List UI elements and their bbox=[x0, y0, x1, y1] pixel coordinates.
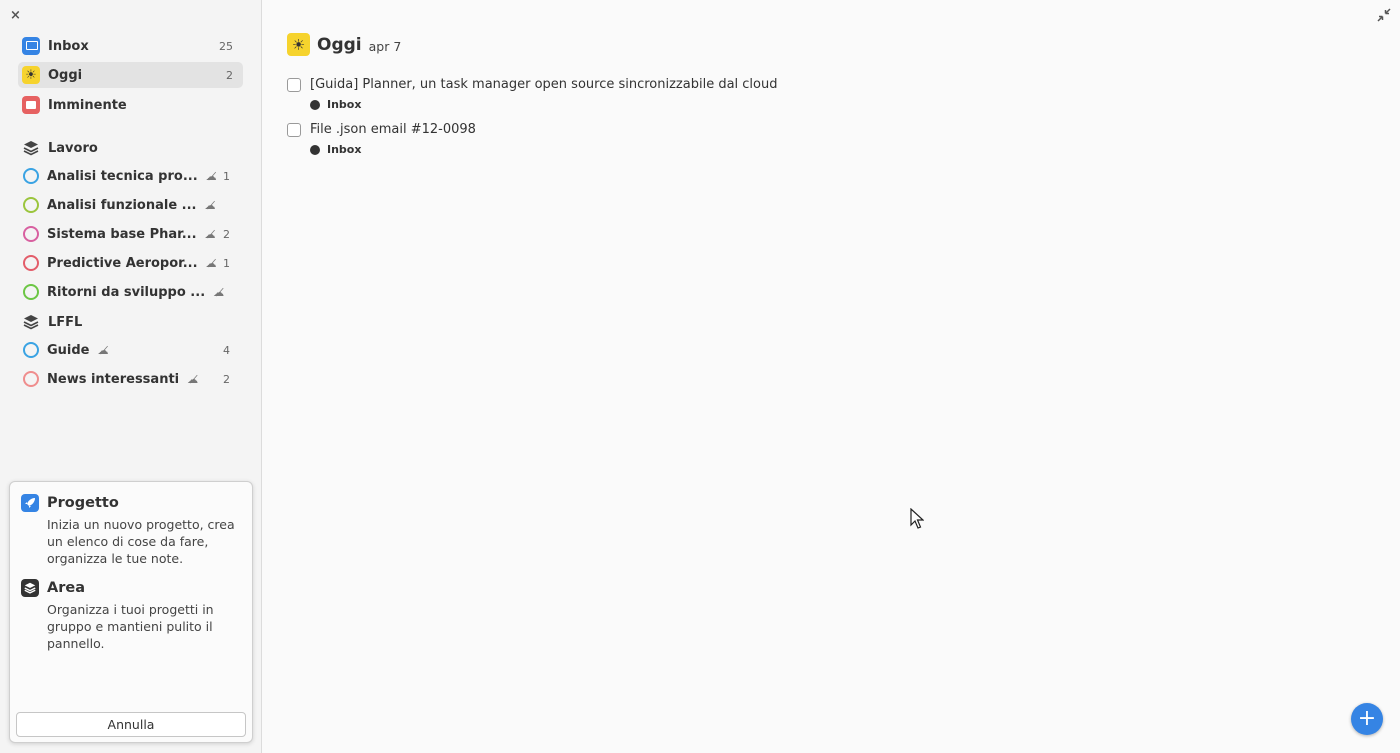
rocket-icon bbox=[21, 494, 39, 512]
page-date: apr 7 bbox=[368, 38, 402, 54]
area-lavoro[interactable]: Lavoro bbox=[18, 136, 243, 160]
sidebar-item-label: Inbox bbox=[48, 38, 89, 54]
project-dot-icon bbox=[310, 144, 320, 155]
task-title[interactable]: [Guida] Planner, un task manager open so… bbox=[310, 77, 778, 92]
project-ring-icon bbox=[23, 371, 39, 387]
main-panel: ☀ Oggi apr 7 [Guida] Planner, un task ma… bbox=[263, 0, 1400, 753]
area-lffl[interactable]: LFFL bbox=[18, 310, 243, 334]
task-item[interactable]: [Guida] Planner, un task manager open so… bbox=[287, 77, 778, 111]
project-item[interactable]: Predictive Aeropor... ☁̸ 1 bbox=[18, 251, 243, 275]
project-ring-icon bbox=[23, 284, 39, 300]
task-checkbox[interactable] bbox=[287, 77, 301, 92]
cloud-off-icon: ☁̸ bbox=[204, 227, 216, 241]
area-label: LFFL bbox=[48, 314, 83, 330]
project-ring-icon bbox=[23, 342, 39, 358]
project-count: 1 bbox=[223, 169, 230, 183]
project-ring-icon bbox=[23, 226, 39, 242]
sidebar-item-label: Imminente bbox=[48, 97, 127, 113]
sun-icon: ☀ bbox=[21, 65, 41, 85]
shrink-icon[interactable] bbox=[1377, 8, 1391, 26]
inbox-icon bbox=[21, 36, 41, 56]
task-project: Inbox bbox=[327, 98, 362, 111]
calendar-icon bbox=[21, 95, 41, 115]
add-task-button[interactable]: + bbox=[1351, 703, 1383, 735]
popover-project-description: Inizia un nuovo progetto, crea un elenco… bbox=[47, 517, 235, 566]
sun-icon: ☀ bbox=[287, 33, 310, 56]
project-label: News interessanti bbox=[47, 371, 180, 387]
sidebar: × Inbox 25 ☀ Oggi 2 Imminente Lavoro Ana… bbox=[0, 0, 262, 753]
project-item[interactable]: Analisi funzionale ... ☁̸ bbox=[18, 193, 243, 217]
page-header: ☀ Oggi apr 7 bbox=[287, 33, 401, 56]
page-title: Oggi bbox=[317, 34, 362, 55]
popover-project-title: Progetto bbox=[47, 495, 119, 511]
task-title[interactable]: File .json email #12-0098 bbox=[310, 122, 476, 137]
layers-icon bbox=[21, 579, 39, 597]
cloud-off-icon: ☁̸ bbox=[97, 343, 109, 357]
sidebar-item-label: Oggi bbox=[48, 67, 83, 83]
sidebar-item-count: 2 bbox=[226, 68, 233, 82]
project-label: Sistema base Phar... bbox=[47, 226, 197, 242]
new-area-option[interactable]: Area Organizza i tuoi progetti in gruppo… bbox=[21, 579, 241, 652]
project-count: 2 bbox=[223, 372, 230, 386]
task-checkbox[interactable] bbox=[287, 122, 301, 137]
new-project-option[interactable]: Progetto Inizia un nuovo progetto, crea … bbox=[21, 494, 241, 567]
task-project: Inbox bbox=[327, 143, 362, 156]
layers-icon bbox=[21, 314, 41, 330]
project-item[interactable]: Guide ☁̸ 4 bbox=[18, 338, 243, 362]
sidebar-item-count: 25 bbox=[219, 39, 233, 53]
sidebar-item-oggi[interactable]: ☀ Oggi 2 bbox=[18, 62, 243, 88]
project-ring-icon bbox=[23, 168, 39, 184]
project-count: 2 bbox=[223, 227, 230, 241]
mouse-cursor-icon bbox=[910, 508, 924, 529]
popover-area-title: Area bbox=[47, 580, 85, 596]
project-item[interactable]: News interessanti ☁̸ 2 bbox=[18, 367, 243, 391]
project-count: 4 bbox=[223, 343, 230, 357]
close-button[interactable]: × bbox=[10, 8, 21, 23]
project-label: Ritorni da sviluppo ... bbox=[47, 284, 206, 300]
layers-icon bbox=[21, 140, 41, 156]
cloud-off-icon: ☁̸ bbox=[204, 198, 216, 212]
sidebar-item-imminente[interactable]: Imminente bbox=[18, 92, 243, 118]
project-label: Analisi tecnica pro... bbox=[47, 168, 198, 184]
project-label: Analisi funzionale ... bbox=[47, 197, 197, 213]
cloud-off-icon: ☁̸ bbox=[205, 256, 217, 270]
sidebar-item-inbox[interactable]: Inbox 25 bbox=[18, 33, 243, 59]
task-item[interactable]: File .json email #12-0098 Inbox bbox=[287, 122, 476, 156]
project-dot-icon bbox=[310, 99, 320, 110]
cloud-off-icon: ☁̸ bbox=[187, 372, 199, 386]
popover-area-description: Organizza i tuoi progetti in gruppo e ma… bbox=[47, 602, 214, 651]
new-item-popover: Progetto Inizia un nuovo progetto, crea … bbox=[9, 481, 253, 743]
cloud-off-icon: ☁̸ bbox=[213, 285, 225, 299]
project-label: Predictive Aeropor... bbox=[47, 255, 198, 271]
area-label: Lavoro bbox=[48, 140, 98, 156]
project-count: 1 bbox=[223, 256, 230, 270]
cloud-off-icon: ☁̸ bbox=[205, 169, 217, 183]
project-item[interactable]: Ritorni da sviluppo ... ☁̸ bbox=[18, 280, 243, 304]
project-label: Guide bbox=[47, 342, 90, 358]
project-item[interactable]: Sistema base Phar... ☁̸ 2 bbox=[18, 222, 243, 246]
project-item[interactable]: Analisi tecnica pro... ☁̸ 1 bbox=[18, 164, 243, 188]
project-ring-icon bbox=[23, 255, 39, 271]
project-ring-icon bbox=[23, 197, 39, 213]
cancel-button[interactable]: Annulla bbox=[16, 712, 246, 737]
